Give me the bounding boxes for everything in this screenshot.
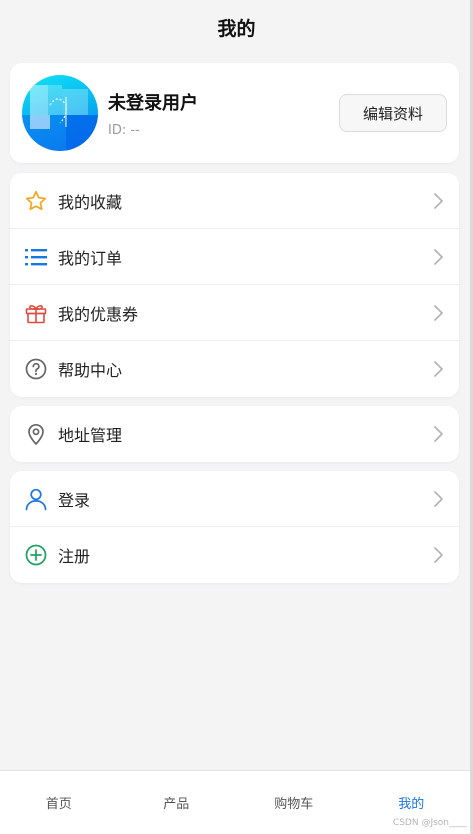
location-pin-icon (24, 422, 48, 446)
chevron-right-icon (434, 426, 443, 442)
plus-circle-icon (24, 543, 48, 567)
username: 未登录用户 (108, 92, 198, 114)
menu-item-label: 地址管理 (58, 426, 123, 445)
chevron-right-icon (434, 192, 443, 209)
edit-profile-button[interactable]: 编辑资料 (339, 94, 447, 132)
avatar[interactable] (22, 75, 98, 151)
tab-home[interactable]: 首页 (0, 771, 118, 834)
page-header: 我的 (0, 0, 473, 54)
menu-item-label: 登录 (58, 490, 91, 510)
menu-item-label: 我的优惠券 (58, 304, 139, 324)
menu-item-label: 注册 (58, 547, 91, 566)
profile-card: 未登录用户 ID: -- 编辑资料 (10, 63, 459, 163)
tab-cart[interactable]: 购物车 (235, 771, 353, 834)
watermark: CSDN @Json____ (392, 818, 467, 828)
question-icon (24, 357, 48, 381)
menu-item-coupons[interactable]: 我的优惠券 (10, 285, 459, 341)
chevron-right-icon (434, 304, 443, 321)
chevron-right-icon (434, 490, 443, 507)
menu-item-orders[interactable]: 我的订单 (10, 229, 459, 285)
user-id: ID: -- (108, 122, 140, 138)
menu-group-account: 我的收藏 我的订单 我的优惠券 帮助中心 (10, 173, 459, 397)
menu-item-label: 帮助中心 (58, 361, 123, 380)
chevron-right-icon (434, 248, 443, 265)
star-icon (24, 189, 48, 213)
menu-item-login[interactable]: 登录 (10, 471, 459, 527)
menu-item-favorites[interactable]: 我的收藏 (10, 173, 459, 229)
menu-item-label: 我的收藏 (58, 192, 123, 212)
chevron-right-icon (434, 547, 443, 563)
page-title: 我的 (217, 17, 256, 40)
list-icon (24, 245, 48, 269)
tab-products[interactable]: 产品 (118, 771, 236, 834)
menu-item-register[interactable]: 注册 (10, 527, 459, 583)
menu-item-help[interactable]: 帮助中心 (10, 341, 459, 397)
chevron-right-icon (434, 361, 443, 377)
profile-info: 未登录用户 ID: -- (108, 89, 339, 138)
menu-group-auth: 登录 注册 (10, 471, 459, 583)
gift-icon (24, 301, 48, 325)
menu-group-address: 地址管理 (10, 406, 459, 462)
menu-item-label: 我的订单 (58, 248, 123, 268)
app-root: 我的 未登录用户 ID: -- 编辑资料 我的收藏 我的订单 我的优惠券 帮助中… (0, 0, 473, 834)
avatar-image-icon (22, 85, 98, 151)
menu-item-address[interactable]: 地址管理 (10, 406, 459, 462)
user-icon (24, 487, 48, 511)
